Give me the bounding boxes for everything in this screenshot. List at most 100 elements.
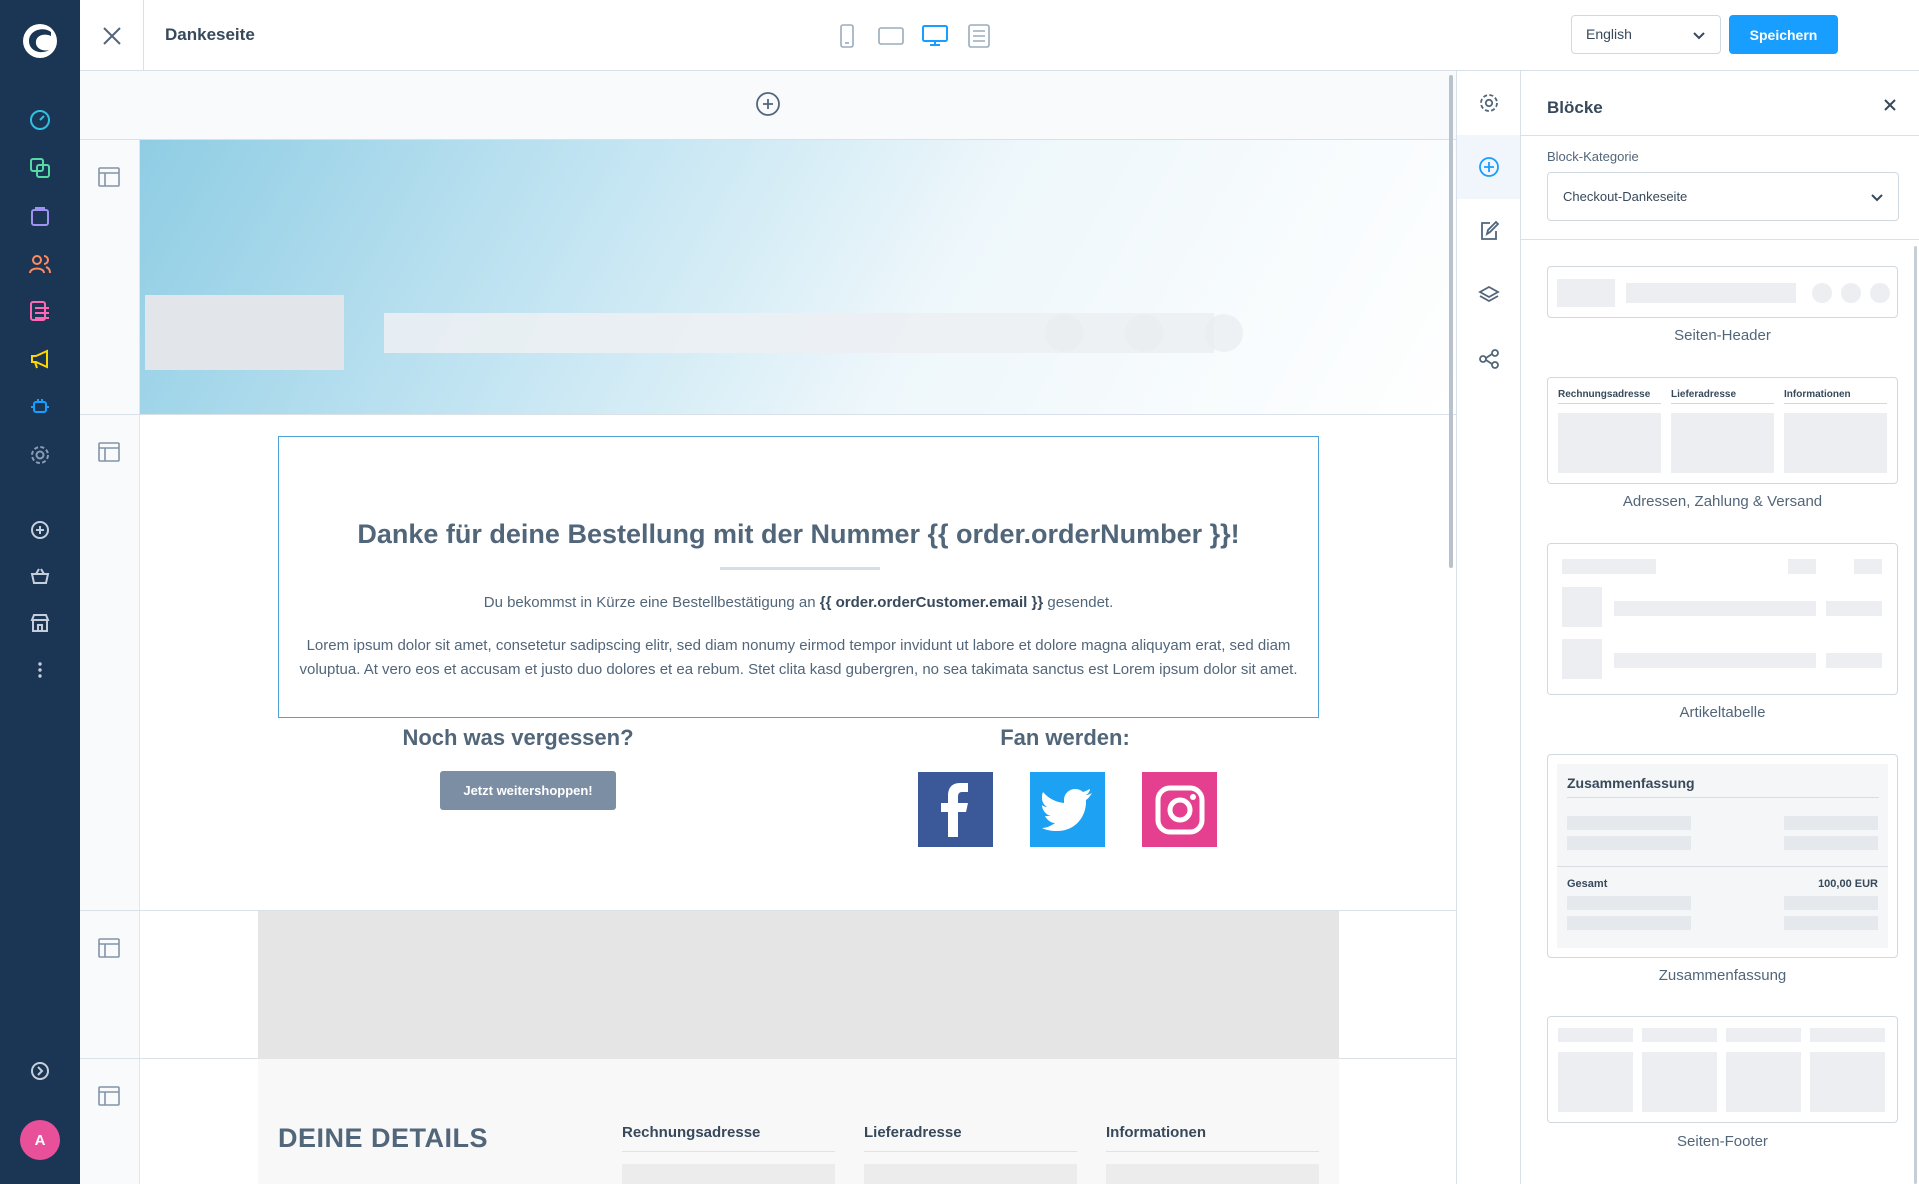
add-blocks-button[interactable] (1457, 135, 1520, 199)
placeholder (1784, 896, 1878, 910)
placeholder (1826, 653, 1882, 668)
placeholder (1784, 916, 1878, 930)
block-category-select[interactable]: Checkout-Dankeseite (1547, 172, 1899, 221)
stage-scrollbar[interactable] (1449, 75, 1453, 568)
layers-button[interactable] (1457, 263, 1520, 327)
editor-topbar: Dankeseite English Speichern (80, 0, 1919, 71)
marketing-icon[interactable] (27, 346, 53, 372)
placeholder (1784, 816, 1878, 830)
summary-total-value: 100,00 EUR (1818, 878, 1878, 890)
block-card-label: Artikeltabelle (1679, 704, 1766, 721)
details-placeholder (864, 1164, 1077, 1184)
block-layout-icon[interactable] (97, 440, 121, 464)
form-icon (968, 24, 990, 48)
extensions-icon[interactable] (27, 394, 53, 420)
mini-column-heading: Rechnungsadresse (1558, 389, 1661, 404)
block-card-summary[interactable]: Zusammenfassung Gesamt 100,00 EUR (1547, 754, 1898, 958)
continue-shopping-button[interactable]: Jetzt weitershoppen! (440, 771, 616, 810)
shopware-logo-icon[interactable] (21, 22, 59, 60)
block-card-page-footer[interactable] (1547, 1016, 1898, 1123)
block-layout-icon[interactable] (97, 1084, 121, 1108)
close-icon[interactable] (1883, 98, 1897, 112)
edit-content-button[interactable] (1457, 199, 1520, 263)
instagram-icon[interactable] (1142, 772, 1217, 847)
catalogue-icon[interactable] (27, 155, 53, 181)
edit-icon (1480, 220, 1499, 240)
storefront-basket-icon[interactable] (27, 563, 53, 589)
placeholder (1558, 1028, 1633, 1042)
panel-scrollbar[interactable] (1914, 246, 1917, 1184)
divider (1567, 797, 1879, 798)
sidebar-rail (1456, 71, 1521, 1184)
orders-icon[interactable] (27, 203, 53, 229)
placeholder (1562, 639, 1602, 679)
placeholder (1567, 836, 1691, 850)
block-gutter (80, 911, 140, 1059)
close-editor-button[interactable] (80, 0, 144, 71)
page-header-block[interactable] (140, 140, 1456, 415)
thank-you-text-box[interactable]: Danke für deine Bestellung mit der Numme… (278, 436, 1319, 718)
details-block[interactable]: DEINE DETAILS Rechnungsadresse Lieferadr… (140, 1059, 1456, 1184)
form-view-button[interactable] (963, 20, 995, 52)
details-title: DEINE DETAILS (278, 1123, 489, 1153)
search-bar-placeholder (384, 313, 1214, 353)
image-block[interactable] (140, 911, 1456, 1059)
icon-placeholder (1125, 314, 1163, 352)
thank-you-headline: Danke für deine Bestellung mit der Numme… (357, 519, 1240, 549)
block-card-label: Seiten-Header (1674, 327, 1771, 344)
placeholder (1826, 601, 1882, 616)
blocks-panel: Blöcke Block-Kategorie Checkout-Dankesei… (1521, 71, 1919, 1184)
more-icon[interactable] (27, 657, 53, 683)
share-button[interactable] (1457, 327, 1520, 391)
page-settings-button[interactable] (1457, 71, 1520, 135)
placeholder (1567, 816, 1691, 830)
placeholder (1810, 1028, 1885, 1042)
placeholder (1567, 896, 1691, 910)
user-avatar[interactable]: A (20, 1120, 60, 1160)
block-layout-icon[interactable] (97, 165, 121, 189)
add-section-icon[interactable] (755, 91, 781, 117)
tablet-view-button[interactable] (875, 20, 907, 52)
settings-icon[interactable] (27, 442, 53, 468)
divider (720, 567, 880, 570)
add-sales-channel-icon[interactable] (27, 517, 53, 543)
placeholder (1812, 283, 1832, 303)
block-gutter (80, 140, 140, 415)
placeholder (1626, 283, 1796, 303)
block-card-page-header[interactable] (1547, 266, 1898, 318)
twitter-icon[interactable] (1030, 772, 1105, 847)
customers-icon[interactable] (27, 251, 53, 277)
placeholder (1760, 653, 1816, 668)
placeholder (1671, 413, 1774, 473)
save-button[interactable]: Speichern (1729, 15, 1838, 54)
block-layout-icon[interactable] (97, 936, 121, 960)
icon-placeholder (1205, 314, 1243, 352)
gear-icon (1479, 94, 1498, 112)
language-select-value: English (1586, 26, 1632, 42)
placeholder (1562, 587, 1602, 627)
divider (1521, 239, 1919, 240)
placeholder (1810, 1052, 1885, 1112)
details-column-heading: Rechnungsadresse (622, 1124, 835, 1152)
block-category-label: Block-Kategorie (1547, 149, 1639, 164)
placeholder (1784, 836, 1878, 850)
become-fan-title: Fan werden: (1000, 725, 1130, 750)
content-icon[interactable] (27, 298, 53, 324)
storefront-shop-icon[interactable] (27, 610, 53, 636)
image-placeholder (258, 911, 1339, 1059)
expand-sidebar-icon[interactable] (27, 1058, 53, 1084)
desktop-view-button[interactable] (919, 20, 951, 52)
mobile-view-button[interactable] (831, 20, 863, 52)
panel-header: Blöcke (1521, 71, 1919, 136)
dashboard-icon[interactable] (27, 107, 53, 133)
close-icon (102, 26, 121, 45)
plus-circle-icon (1478, 157, 1499, 177)
placeholder (1788, 559, 1816, 574)
block-card-article-table[interactable] (1547, 543, 1898, 695)
customer-email-variable: {{ order.orderCustomer.email }} (819, 594, 1044, 611)
block-card-addresses[interactable]: Rechnungsadresse Lieferadresse Informati… (1547, 377, 1898, 484)
placeholder (1562, 559, 1656, 574)
thank-you-block[interactable]: Danke für deine Bestellung mit der Numme… (140, 415, 1456, 911)
language-select[interactable]: English (1571, 15, 1721, 54)
facebook-icon[interactable] (918, 772, 993, 847)
